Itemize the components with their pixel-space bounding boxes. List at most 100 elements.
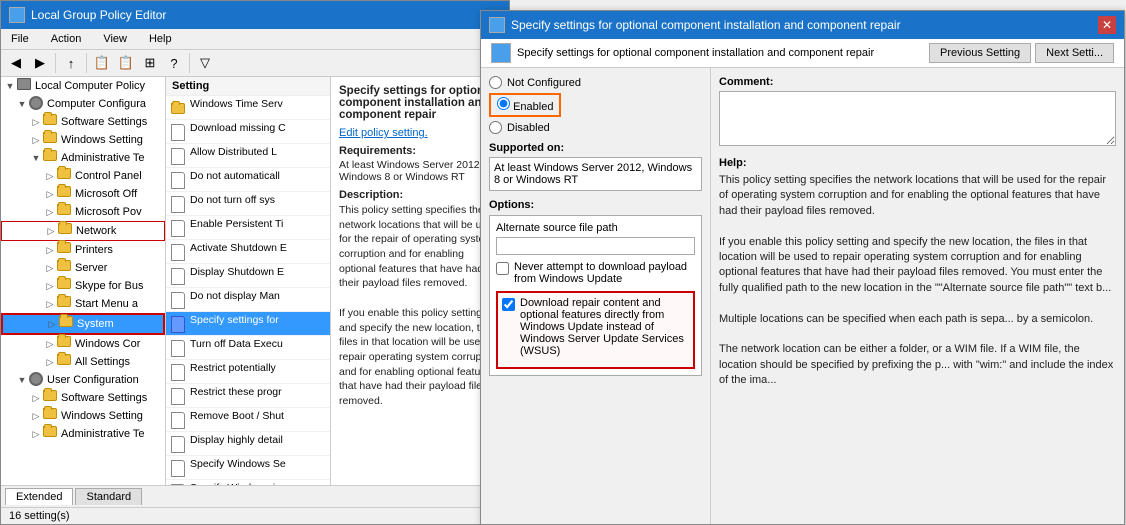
doc-icon-8 bbox=[170, 291, 186, 309]
policy-item-1[interactable]: Download missing C bbox=[166, 120, 330, 144]
tree-item-user-windows[interactable]: ▷ Windows Setting bbox=[1, 407, 165, 425]
main-window: Local Group Policy Editor File Action Vi… bbox=[0, 0, 510, 525]
never-download-checkbox[interactable] bbox=[496, 262, 509, 275]
tab-extended[interactable]: Extended bbox=[5, 488, 73, 505]
radio-enabled[interactable]: Enabled bbox=[489, 93, 702, 117]
dialog-title-bar: Specify settings for optional component … bbox=[481, 11, 1124, 39]
policy-item-9-selected[interactable]: Specify settings for bbox=[166, 312, 330, 336]
description-label: Description: bbox=[339, 189, 501, 201]
dialog-content: Not Configured Enabled Disabled Supporte… bbox=[481, 68, 1124, 524]
options-label: Options: bbox=[489, 199, 702, 211]
user-icon bbox=[29, 372, 45, 388]
toolbar: ◀ ▶ ↑ 📋 📋 ⊞ ? ▽ bbox=[1, 50, 509, 77]
help-button[interactable]: ? bbox=[163, 52, 185, 74]
tree-item-all-settings[interactable]: ▷ All Settings bbox=[1, 353, 165, 371]
filter-button[interactable]: ▽ bbox=[194, 52, 216, 74]
radio-enabled-input[interactable] bbox=[497, 97, 510, 110]
policy-list-header: Setting bbox=[166, 77, 330, 96]
tree-item-printers[interactable]: ▷ Printers bbox=[1, 241, 165, 259]
tree-item-start-menu[interactable]: ▷ Start Menu a bbox=[1, 295, 165, 313]
enabled-box: Enabled bbox=[489, 93, 561, 117]
policy-item-8[interactable]: Do not display Man bbox=[166, 288, 330, 312]
tree-item-user-admin[interactable]: ▷ Administrative Te bbox=[1, 425, 165, 443]
download-repair-row: Download repair content and optional fea… bbox=[502, 297, 689, 357]
menu-action[interactable]: Action bbox=[45, 31, 88, 47]
menu-help[interactable]: Help bbox=[143, 31, 178, 47]
radio-not-configured-input[interactable] bbox=[489, 76, 502, 89]
help-text-4: The network location can be either a fol… bbox=[719, 343, 1113, 386]
alt-source-input[interactable] bbox=[496, 237, 695, 255]
folder-icon-3 bbox=[43, 150, 59, 166]
comment-textarea[interactable] bbox=[719, 91, 1116, 146]
policy-item-15[interactable]: Specify Windows Se bbox=[166, 456, 330, 480]
policy-item-14[interactable]: Display highly detail bbox=[166, 432, 330, 456]
doc-icon-14 bbox=[170, 435, 186, 453]
doc-icon-2 bbox=[170, 147, 186, 165]
doc-icon-5 bbox=[170, 219, 186, 237]
tree-item-local-computer[interactable]: ▼ Local Computer Policy bbox=[1, 77, 165, 95]
tree-item-microsoft-pov[interactable]: ▷ Microsoft Pov bbox=[1, 203, 165, 221]
next-setting-button[interactable]: Next Setti... bbox=[1035, 43, 1114, 63]
policy-list-panel: Setting Windows Time Serv Download missi… bbox=[166, 77, 331, 485]
tree-item-computer-config[interactable]: ▼ Computer Configura bbox=[1, 95, 165, 113]
edit-link[interactable]: Edit policy setting. bbox=[339, 127, 428, 139]
options-box: Alternate source file path Never attempt… bbox=[489, 215, 702, 376]
tab-standard[interactable]: Standard bbox=[75, 488, 142, 505]
policy-item-10[interactable]: Turn off Data Execu bbox=[166, 336, 330, 360]
menu-file[interactable]: File bbox=[5, 31, 35, 47]
policy-item-4[interactable]: Do not turn off sys bbox=[166, 192, 330, 216]
tree-item-system[interactable]: ▷ System bbox=[1, 313, 165, 335]
folder-icon-7 bbox=[58, 223, 74, 239]
folder-doc-icon bbox=[170, 99, 186, 117]
up-button[interactable]: ↑ bbox=[60, 52, 82, 74]
dialog-right-panel: Comment: Help: This policy setting speci… bbox=[711, 68, 1124, 524]
prev-setting-button[interactable]: Previous Setting bbox=[929, 43, 1031, 63]
policy-item-7[interactable]: Display Shutdown E bbox=[166, 264, 330, 288]
folder-icon-16 bbox=[43, 408, 59, 424]
policy-item-5[interactable]: Enable Persistent Ti bbox=[166, 216, 330, 240]
tree-item-admin-templates[interactable]: ▼ Administrative Te bbox=[1, 149, 165, 167]
back-button[interactable]: ◀ bbox=[5, 52, 27, 74]
tree-panel: ▼ Local Computer Policy ▼ Computer Confi… bbox=[1, 77, 166, 485]
tree-item-user-config[interactable]: ▼ User Configuration bbox=[1, 371, 165, 389]
dialog-subtitle-text: Specify settings for optional component … bbox=[517, 47, 874, 59]
policy-item-13[interactable]: Remove Boot / Shut bbox=[166, 408, 330, 432]
folder-icon-2 bbox=[43, 132, 59, 148]
main-title-bar: Local Group Policy Editor bbox=[1, 1, 509, 29]
tree-item-windows-setting[interactable]: ▷ Windows Setting bbox=[1, 131, 165, 149]
radio-disabled[interactable]: Disabled bbox=[489, 121, 702, 134]
policy-item-11[interactable]: Restrict potentially bbox=[166, 360, 330, 384]
tree-item-user-software[interactable]: ▷ Software Settings bbox=[1, 389, 165, 407]
tree-item-software-settings[interactable]: ▷ Software Settings bbox=[1, 113, 165, 131]
extended-view-button[interactable]: ⊞ bbox=[139, 52, 161, 74]
forward-button[interactable]: ▶ bbox=[29, 52, 51, 74]
tree-item-network[interactable]: ▷ Network bbox=[1, 221, 165, 241]
tree-item-skype[interactable]: ▷ Skype for Bus bbox=[1, 277, 165, 295]
policy-item-3[interactable]: Do not automaticall bbox=[166, 168, 330, 192]
supported-box: At least Windows Server 2012, Windows 8 … bbox=[489, 157, 702, 191]
tree-item-microsoft-off[interactable]: ▷ Microsoft Off bbox=[1, 185, 165, 203]
tree-item-control-panel[interactable]: ▷ Control Panel bbox=[1, 167, 165, 185]
folder-icon-15 bbox=[43, 390, 59, 406]
radio-disabled-input[interactable] bbox=[489, 121, 502, 134]
policy-item-0[interactable]: Windows Time Serv bbox=[166, 96, 330, 120]
dialog-close-button[interactable]: ✕ bbox=[1098, 16, 1116, 34]
doc-icon-3 bbox=[170, 171, 186, 189]
download-repair-checkbox[interactable] bbox=[502, 298, 515, 311]
menu-view[interactable]: View bbox=[97, 31, 133, 47]
policy-item-6[interactable]: Activate Shutdown E bbox=[166, 240, 330, 264]
download-repair-box: Download repair content and optional fea… bbox=[496, 291, 695, 369]
policy-item-12[interactable]: Restrict these progr bbox=[166, 384, 330, 408]
show-hide-button[interactable]: 📋 bbox=[91, 52, 113, 74]
folder-icon-9 bbox=[57, 260, 73, 276]
doc-icon-1 bbox=[170, 123, 186, 141]
tree-item-server[interactable]: ▷ Server bbox=[1, 259, 165, 277]
options-section: Options: Alternate source file path Neve… bbox=[489, 199, 702, 376]
help-text-1: This policy setting specifies the networ… bbox=[719, 174, 1106, 217]
computer-icon-2 bbox=[29, 96, 45, 112]
dialog-subtitle-bar: Specify settings for optional component … bbox=[481, 39, 1124, 68]
properties-button[interactable]: 📋 bbox=[115, 52, 137, 74]
radio-not-configured[interactable]: Not Configured bbox=[489, 76, 702, 89]
policy-item-2[interactable]: Allow Distributed L bbox=[166, 144, 330, 168]
tree-item-windows-cor[interactable]: ▷ Windows Cor bbox=[1, 335, 165, 353]
